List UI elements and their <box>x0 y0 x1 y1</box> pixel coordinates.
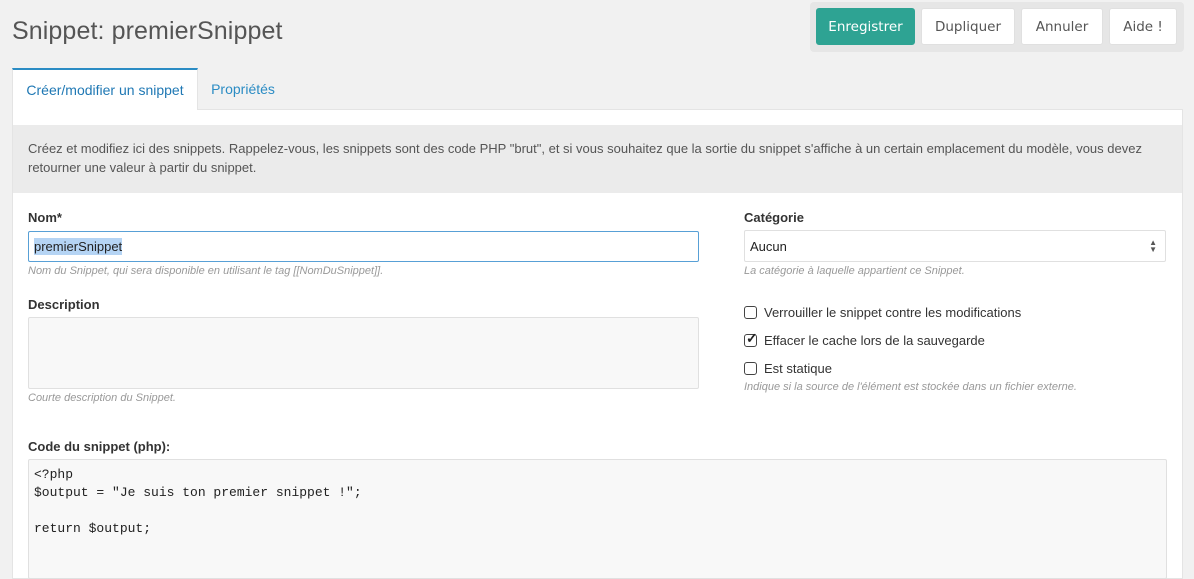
page-title: Snippet: premierSnippet <box>12 17 283 45</box>
static-option[interactable]: Est statique <box>744 361 832 376</box>
static-checkbox[interactable] <box>744 362 757 375</box>
static-label: Est statique <box>764 361 832 376</box>
code-editor[interactable]: <?php $output = "Je suis ton premier sni… <box>28 459 1167 579</box>
select-arrows-icon: ▲ ▼ <box>1149 238 1157 254</box>
lock-label: Verrouiller le snippet contre les modifi… <box>764 305 1022 320</box>
clear-cache-option[interactable]: ✓ Effacer le cache lors de la sauvegarde <box>744 330 985 348</box>
duplicate-button[interactable]: Dupliquer <box>921 8 1015 45</box>
name-field-value: premierSnippet <box>34 238 123 255</box>
clear-cache-label: Effacer le cache lors de la sauvegarde <box>764 333 985 348</box>
name-field[interactable]: premierSnippet <box>28 231 699 262</box>
tab-properties[interactable]: Propriétés <box>198 68 288 110</box>
action-bar: Enregistrer Dupliquer Annuler Aide ! <box>810 2 1184 52</box>
description-help: Courte description du Snippet. <box>28 392 176 404</box>
tab-edit-snippet[interactable]: Créer/modifier un snippet <box>12 68 198 110</box>
cancel-button[interactable]: Annuler <box>1021 8 1103 45</box>
lock-option[interactable]: Verrouiller le snippet contre les modifi… <box>744 305 1021 320</box>
name-label: Nom* <box>28 210 62 225</box>
name-help: Nom du Snippet, qui sera disponible en u… <box>28 265 384 277</box>
category-select[interactable]: Aucun ▲ ▼ <box>744 230 1166 262</box>
help-button[interactable]: Aide ! <box>1109 8 1177 45</box>
intro-text: Créez et modifiez ici des snippets. Rapp… <box>13 125 1182 193</box>
description-label: Description <box>28 297 100 312</box>
lock-checkbox[interactable] <box>744 306 757 319</box>
static-help: Indique si la source de l'élément est st… <box>744 381 1077 393</box>
save-button[interactable]: Enregistrer <box>816 8 915 45</box>
code-label: Code du snippet (php): <box>28 439 171 454</box>
category-select-value: Aucun <box>750 238 787 254</box>
category-help: La catégorie à laquelle appartient ce Sn… <box>744 265 965 277</box>
description-field[interactable] <box>28 317 699 389</box>
category-label: Catégorie <box>744 210 804 225</box>
clear-cache-checkbox[interactable]: ✓ <box>744 330 758 347</box>
checkmark-icon: ✓ <box>746 330 758 346</box>
